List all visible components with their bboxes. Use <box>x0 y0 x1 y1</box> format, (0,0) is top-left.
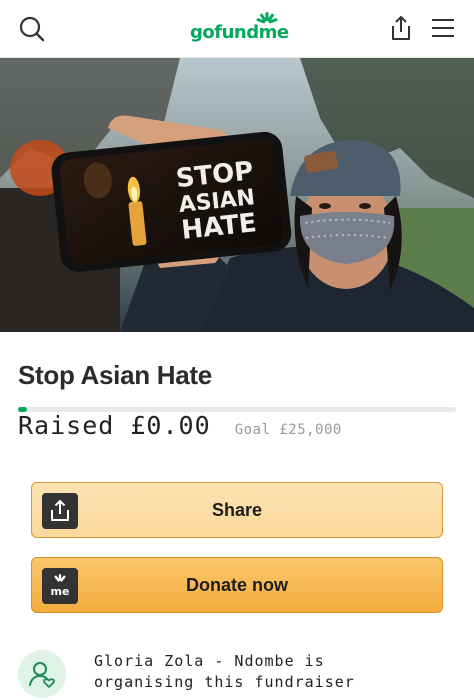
raised-label: Raised <box>18 411 115 440</box>
campaign-hero-image: STOP ASIAN HATE <box>0 58 474 332</box>
raised-summary: Raised £0.00 Goal £25,000 <box>18 411 342 440</box>
menu-icon[interactable] <box>430 17 456 39</box>
organizer-line-2: organising this fundraiser <box>94 673 355 691</box>
search-icon[interactable] <box>18 15 46 43</box>
raised-amount: £0.00 <box>130 411 211 440</box>
donate-now-button[interactable]: me Donate now <box>31 557 443 613</box>
donate-button-label: Donate now <box>186 574 288 595</box>
goal-amount: Goal £25,000 <box>234 422 342 438</box>
share-button-label: Share <box>211 499 263 520</box>
share-button[interactable]: Share <box>31 482 443 538</box>
gofundme-logo[interactable]: gofundme <box>190 12 289 44</box>
share-icon[interactable] <box>388 14 414 42</box>
user-heart-icon <box>29 662 55 688</box>
top-header: gofundme <box>0 0 474 58</box>
logo-text: gofundme <box>190 22 289 43</box>
organizer-info: Gloria Zola - Ndombe is organising this … <box>94 651 355 693</box>
campaign-title: Stop Asian Hate <box>18 360 212 390</box>
organizer-line-1: Gloria Zola - Ndombe is <box>94 652 325 670</box>
organizer-avatar <box>18 650 66 698</box>
